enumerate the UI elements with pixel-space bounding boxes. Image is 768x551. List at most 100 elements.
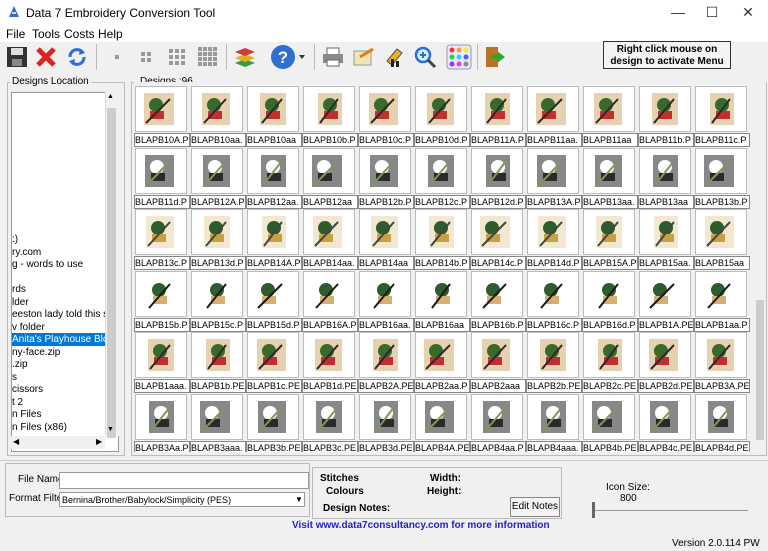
design-preview-image[interactable] — [359, 332, 411, 378]
design-preview-image[interactable] — [303, 332, 355, 378]
design-preview-image[interactable] — [471, 332, 523, 378]
design-thumbnail[interactable]: BLAPB11aa — [582, 86, 638, 147]
design-preview-image[interactable] — [247, 209, 299, 255]
menu-costs[interactable]: Costs — [64, 27, 95, 41]
tree-item[interactable]: ny-face.zip — [12, 346, 60, 359]
design-thumbnail[interactable]: BLAPB10c.P — [358, 86, 414, 147]
tree-item[interactable]: Anita's Playhouse Block — [12, 333, 118, 346]
tree-scroll-up-icon[interactable]: ▲ — [107, 93, 114, 100]
tree-item[interactable]: v folder — [12, 321, 45, 334]
design-thumbnail[interactable]: BLAPB14c.P — [470, 209, 526, 270]
save-icon[interactable] — [4, 44, 30, 70]
design-preview-image[interactable] — [359, 147, 411, 194]
design-thumbnail[interactable]: BLAPB2b.PE — [526, 332, 582, 393]
design-preview-image[interactable] — [415, 147, 467, 194]
delete-icon[interactable] — [33, 44, 59, 70]
design-preview-image[interactable] — [583, 209, 635, 255]
design-preview-image[interactable] — [695, 86, 747, 132]
design-thumbnail[interactable]: BLAPB14b.P — [414, 209, 470, 270]
design-thumbnail[interactable]: BLAPB13b.P — [694, 147, 750, 209]
export-icon[interactable] — [350, 44, 376, 70]
tree-item[interactable]: .zip — [12, 358, 28, 371]
tree-scroll-down-icon[interactable]: ▼ — [107, 426, 114, 433]
design-thumbnail[interactable]: BLAPB16d.P — [582, 270, 638, 332]
grid-scroll-thumb[interactable] — [756, 300, 764, 440]
design-preview-image[interactable] — [415, 86, 467, 132]
design-thumbnail[interactable]: BLAPB3Aa.P — [134, 393, 190, 452]
design-thumbnail[interactable]: BLAPB1aa.P — [694, 270, 750, 332]
design-thumbnail[interactable]: BLAPB4aaa. — [526, 393, 582, 452]
design-preview-image[interactable] — [639, 393, 691, 440]
icon-size-slider-thumb[interactable] — [592, 502, 595, 518]
design-thumbnail[interactable]: BLAPB16b.P — [470, 270, 526, 332]
design-thumbnail[interactable]: BLAPB11aa. — [526, 86, 582, 147]
design-preview-image[interactable] — [639, 332, 691, 378]
design-preview-image[interactable] — [583, 147, 635, 194]
design-preview-image[interactable] — [527, 86, 579, 132]
design-thumbnail[interactable]: BLAPB3c.PE — [302, 393, 358, 452]
refresh-icon[interactable] — [64, 44, 90, 70]
design-preview-image[interactable] — [695, 147, 747, 194]
minimize-button[interactable]: — — [660, 0, 696, 24]
design-thumbnail[interactable]: BLAPB1b.PE — [190, 332, 246, 393]
tree-item[interactable]: s — [12, 371, 17, 384]
design-thumbnail[interactable]: BLAPB15b.P — [134, 270, 190, 332]
design-thumbnail[interactable]: BLAPB16A.P — [302, 270, 358, 332]
tree-item[interactable]: n Files — [12, 408, 41, 421]
design-preview-image[interactable] — [471, 86, 523, 132]
design-thumbnail[interactable]: BLAPB10b.P — [302, 86, 358, 147]
design-preview-image[interactable] — [191, 393, 243, 440]
design-preview-image[interactable] — [695, 393, 747, 440]
design-preview-image[interactable] — [191, 332, 243, 378]
design-preview-image[interactable] — [639, 209, 691, 255]
design-thumbnail[interactable]: BLAPB4d.PE — [694, 393, 750, 452]
design-thumbnail[interactable]: BLAPB15d.P — [246, 270, 302, 332]
print-icon[interactable] — [320, 44, 346, 70]
design-thumbnail[interactable]: BLAPB13c.P — [134, 209, 190, 270]
design-thumbnail[interactable]: BLAPB2aa.P — [414, 332, 470, 393]
design-thumbnail[interactable]: BLAPB2A.PE — [358, 332, 414, 393]
design-preview-image[interactable] — [191, 86, 243, 132]
design-thumbnail[interactable]: BLAPB15A.P — [582, 209, 638, 270]
design-preview-image[interactable] — [303, 147, 355, 194]
design-preview-image[interactable] — [303, 209, 355, 255]
design-preview-image[interactable] — [583, 270, 635, 317]
design-thumbnail[interactable]: BLAPB1aaa. — [134, 332, 190, 393]
design-thumbnail[interactable]: BLAPB10A.P — [134, 86, 190, 147]
design-preview-image[interactable] — [303, 393, 355, 440]
design-thumbnail[interactable]: BLAPB3b.PE — [246, 393, 302, 452]
design-thumbnail[interactable]: BLAPB3aaa. — [190, 393, 246, 452]
design-preview-image[interactable] — [527, 209, 579, 255]
design-preview-image[interactable] — [359, 393, 411, 440]
design-preview-image[interactable] — [247, 393, 299, 440]
design-thumbnail[interactable]: BLAPB2d.PE — [638, 332, 694, 393]
tree-item[interactable]: eeston lady told this stor — [12, 308, 118, 321]
tree-item[interactable]: t 2 — [12, 396, 23, 409]
layers-icon[interactable] — [232, 44, 258, 70]
design-preview-image[interactable] — [135, 270, 187, 317]
tree-scroll-left-icon[interactable]: ◀ — [13, 437, 19, 446]
design-thumbnail[interactable]: BLAPB14aa. — [302, 209, 358, 270]
design-thumbnail[interactable]: BLAPB1c.PE — [246, 332, 302, 393]
design-preview-image[interactable] — [527, 270, 579, 317]
tree-scroll-right-icon[interactable]: ▶ — [96, 437, 102, 446]
help-icon[interactable]: ? — [270, 44, 296, 70]
design-preview-image[interactable] — [471, 147, 523, 194]
design-preview-image[interactable] — [247, 147, 299, 194]
view-medium-icon[interactable] — [164, 44, 190, 70]
design-thumbnail[interactable]: BLAPB13d.P — [190, 209, 246, 270]
design-preview-image[interactable] — [415, 209, 467, 255]
design-preview-image[interactable] — [247, 270, 299, 317]
design-thumbnail[interactable]: BLAPB13aa — [638, 147, 694, 209]
design-thumbnail[interactable]: BLAPB12aa — [302, 147, 358, 209]
design-thumbnail[interactable]: BLAPB14A.P — [246, 209, 302, 270]
tree-item[interactable]: :) — [12, 233, 18, 246]
edit-notes-button[interactable]: Edit Notes — [510, 497, 560, 517]
design-preview-image[interactable] — [639, 86, 691, 132]
tree-item[interactable]: lder — [12, 296, 29, 309]
tree-item[interactable]: g - words to use — [12, 258, 83, 271]
design-preview-image[interactable] — [639, 147, 691, 194]
design-thumbnail[interactable]: BLAPB12A.P — [190, 147, 246, 209]
design-thumbnail[interactable]: BLAPB13aa. — [582, 147, 638, 209]
tree-item[interactable]: n Files (x86) — [12, 421, 67, 434]
